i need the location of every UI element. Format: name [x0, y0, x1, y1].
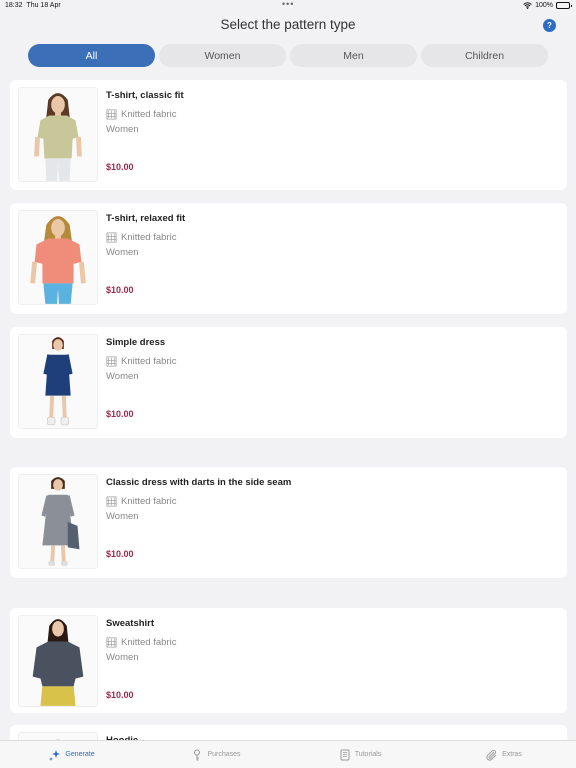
- tab-generate[interactable]: Generate: [0, 741, 144, 768]
- pattern-name: Sweatshirt: [106, 618, 155, 629]
- tshirt-relaxed-illustration: [30, 216, 86, 304]
- pattern-name: Simple dress: [106, 337, 166, 348]
- category-label: Women: [106, 511, 139, 522]
- tab-purchases[interactable]: Purchases: [144, 741, 288, 768]
- price-label: $10.00: [106, 690, 134, 700]
- price-label: $10.00: [106, 549, 134, 559]
- knit-icon: [106, 637, 117, 648]
- simple-dress-illustration: [43, 337, 73, 426]
- category-label: Women: [106, 247, 139, 258]
- fabric-row: Knitted fabric: [106, 356, 176, 367]
- status-time: 18:32 Thu 18 Apr: [5, 2, 61, 9]
- fabric-row: Knitted fabric: [106, 496, 176, 507]
- pattern-card[interactable]: Simple dress Knitted fabric Women $10.00: [10, 327, 567, 438]
- book-icon: [340, 749, 350, 760]
- fabric-row: Knitted fabric: [106, 637, 176, 648]
- pattern-card[interactable]: T-shirt, relaxed fit Knitted fabric Wome…: [10, 203, 567, 314]
- status-bar: 18:32 Thu 18 Apr ••• 100%: [0, 0, 576, 12]
- price-label: $10.00: [106, 409, 134, 419]
- fabric-row: Knitted fabric: [106, 109, 176, 120]
- pattern-card[interactable]: Classic dress with darts in the side sea…: [10, 467, 567, 578]
- tab-extras[interactable]: Extras: [432, 741, 576, 768]
- category-label: Women: [106, 652, 139, 663]
- price-label: $10.00: [106, 285, 134, 295]
- fabric-label: Knitted fabric: [121, 496, 177, 507]
- pattern-thumbnail: [18, 87, 98, 182]
- pattern-name: T-shirt, relaxed fit: [106, 213, 186, 224]
- sweatshirt-illustration: [32, 619, 84, 706]
- tab-label: Tutorials: [354, 751, 382, 758]
- pattern-thumbnail: [18, 334, 98, 429]
- tab-label: Purchases: [207, 751, 241, 758]
- fabric-label: Knitted fabric: [121, 232, 177, 243]
- status-right: 100%: [523, 2, 572, 9]
- fabric-label: Knitted fabric: [121, 109, 177, 120]
- price-label: $10.00: [106, 162, 134, 172]
- knit-icon: [106, 356, 117, 367]
- page-title: Select the pattern type: [220, 17, 356, 32]
- pattern-card[interactable]: T-shirt, classic fit Knitted fabric Wome…: [10, 80, 567, 190]
- key-icon: [194, 749, 201, 760]
- battery-icon: [556, 2, 572, 9]
- pattern-thumbnail: [18, 210, 98, 305]
- filter-all[interactable]: All: [28, 44, 155, 67]
- wifi-icon: [523, 2, 532, 9]
- pattern-name: T-shirt, classic fit: [106, 90, 184, 101]
- filter-segmented-control: All Women Men Children: [28, 44, 548, 67]
- knit-icon: [106, 496, 117, 507]
- filter-women[interactable]: Women: [159, 44, 286, 67]
- tab-label: Generate: [65, 751, 95, 758]
- pattern-card[interactable]: Sweatshirt Knitted fabric Women $10.00: [10, 608, 567, 713]
- filter-men[interactable]: Men: [290, 44, 417, 67]
- fabric-label: Knitted fabric: [121, 356, 177, 367]
- pattern-name: Classic dress with darts in the side sea…: [106, 477, 292, 488]
- pattern-thumbnail: [18, 615, 98, 707]
- knit-icon: [106, 232, 117, 243]
- fabric-row: Knitted fabric: [106, 232, 176, 243]
- tab-label: Extras: [502, 751, 522, 758]
- category-label: Women: [106, 371, 139, 382]
- tshirt-classic-illustration: [34, 93, 82, 181]
- sparkles-icon: [49, 749, 61, 761]
- tab-tutorials[interactable]: Tutorials: [288, 741, 432, 768]
- pattern-thumbnail: [18, 474, 98, 569]
- classic-dress-illustration: [41, 477, 80, 566]
- help-button[interactable]: ?: [543, 19, 556, 32]
- paperclip-icon: [486, 749, 497, 761]
- category-label: Women: [106, 124, 139, 135]
- filter-children[interactable]: Children: [421, 44, 548, 67]
- multitasking-dots[interactable]: •••: [282, 0, 294, 9]
- battery-percent: 100%: [535, 2, 553, 9]
- fabric-label: Knitted fabric: [121, 637, 177, 648]
- knit-icon: [106, 109, 117, 120]
- tab-bar: Generate Purchases Tutorials Extras: [0, 740, 576, 768]
